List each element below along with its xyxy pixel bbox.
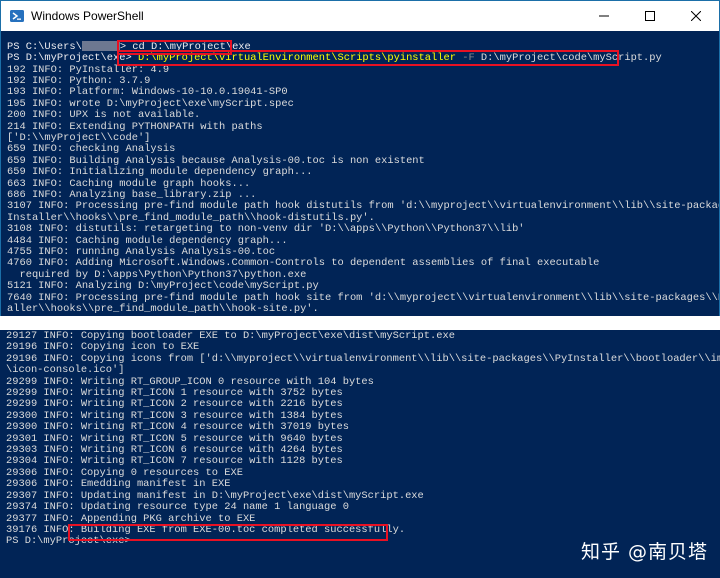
console-line: 29374 INFO: Updating resource type 24 na…: [6, 501, 349, 514]
close-button[interactable]: [673, 1, 719, 31]
screenshot-separator: [0, 316, 720, 330]
highlight-box-pyinstaller-command: [117, 50, 619, 66]
powershell-icon: [10, 9, 24, 23]
window-title: Windows PowerShell: [31, 9, 144, 23]
console-line: \icon-console.ico']: [6, 364, 125, 377]
maximize-icon: [645, 11, 655, 21]
watermark-text: 知乎 @南贝塔: [580, 541, 708, 563]
redacted-username: [81, 41, 120, 51]
console-line: 3108 INFO: distutils: retargeting to non…: [7, 223, 525, 236]
console-line: 29306 INFO: Emedding manifest in EXE: [6, 478, 231, 491]
console-line: 29300 INFO: Writing RT_ICON 4 resource w…: [6, 421, 349, 434]
maximize-button[interactable]: [627, 1, 673, 31]
minimize-button[interactable]: [581, 1, 627, 31]
minimize-icon: [599, 15, 609, 17]
console-line: 5121 INFO: Analyzing D:\myProject\code\m…: [7, 280, 319, 293]
console-line: 659 INFO: Initializing module dependency…: [7, 166, 313, 179]
console-output-top[interactable]: PS C:\Users\ > cd D:\myProject\exe PS D:\…: [1, 31, 719, 317]
highlight-box-success: [68, 524, 388, 541]
console-line: 200 INFO: UPX is not available.: [7, 109, 201, 122]
console-line: aller\\hooks\\pre_find_module_path\\hook…: [7, 303, 319, 316]
powershell-window: Windows PowerShell PS C:\Users\ > cd D:\m…: [0, 0, 720, 317]
close-icon: [691, 11, 701, 21]
title-bar[interactable]: Windows PowerShell: [1, 1, 719, 31]
